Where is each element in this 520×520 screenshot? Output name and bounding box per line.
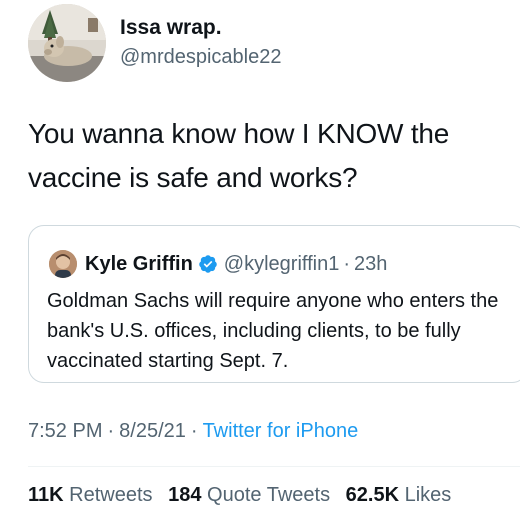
quoted-tweet-text: Goldman Sachs will require anyone who en… [47,290,499,372]
meta-separator: · [107,420,115,442]
retweets-stat[interactable]: 11K Retweets [28,484,153,506]
quoted-author-avatar[interactable] [49,250,77,278]
tweet-stats: 11K Retweets 184 Quote Tweets 62.5K Like… [28,484,461,507]
quote-tweets-count: 184 [168,484,202,506]
meta-separator-2: · [190,420,198,442]
quote-tweets-stat[interactable]: 184 Quote Tweets [168,484,330,506]
quoted-author-name[interactable]: Kyle Griffin [85,253,193,276]
tweet-source-link[interactable]: Twitter for iPhone [203,420,359,442]
author-handle[interactable]: @mrdespicable22 [120,46,282,69]
tweet-time[interactable]: 7:52 PM [28,420,102,442]
verified-badge-icon [198,254,218,274]
divider [28,466,520,467]
avatar-photo [28,4,106,82]
author-display-name[interactable]: Issa wrap. [120,16,222,40]
quoted-tweet-card[interactable]: Kyle Griffin @kylegriffin1 · 23h Goldman… [28,225,520,383]
quoted-avatar-photo [49,250,77,278]
tweet-date[interactable]: 8/25/21 [119,420,186,442]
quoted-author-handle[interactable]: @kylegriffin1 [224,253,340,276]
tweet-meta: 7:52 PM · 8/25/21 · Twitter for iPhone [28,420,358,443]
retweets-count: 11K [28,484,64,506]
likes-count: 62.5K [345,484,400,506]
quoted-tweet-time[interactable]: 23h [354,253,387,276]
author-avatar[interactable] [28,4,106,82]
quoted-tweet-header: Kyle Griffin @kylegriffin1 · 23h [85,250,387,278]
retweets-label: Retweets [69,484,153,506]
likes-stat[interactable]: 62.5K Likes [346,484,452,506]
tweet-text: You wanna know how I KNOW the vaccine is… [28,118,450,193]
likes-label: Likes [404,484,452,506]
tweet: Issa wrap. @mrdespicable22 You wanna kno… [0,0,520,520]
quote-tweets-label: Quote Tweets [207,484,331,506]
quoted-separator: · [343,252,351,275]
